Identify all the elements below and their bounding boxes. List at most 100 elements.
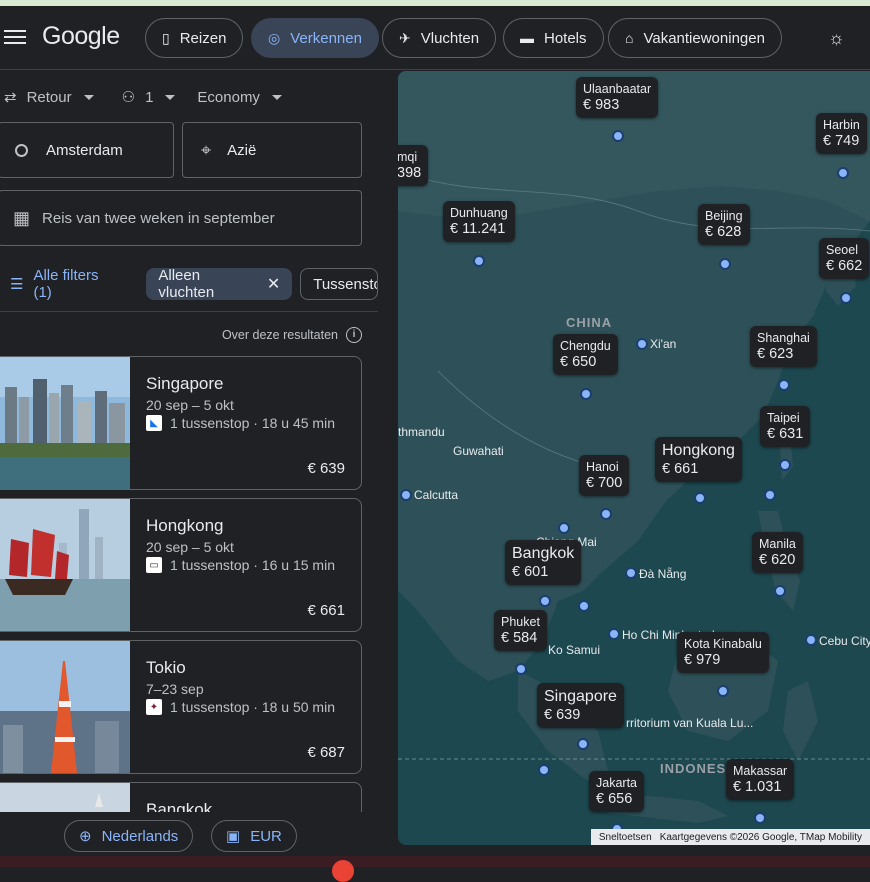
result-card-bangkok[interactable]: Bangkok [0, 782, 362, 812]
origin-field[interactable]: Amsterdam [0, 122, 174, 178]
passengers-select[interactable]: ⚇ 1 [122, 88, 176, 106]
map-pin[interactable] [764, 489, 776, 501]
bed-icon: ▬ [520, 30, 534, 46]
airline-logo-icon: ✦ [146, 699, 162, 715]
map[interactable]: CHINA INDONESIË Xi'an thmandu Guwahati C… [398, 71, 870, 845]
filter-bar: ☰ Alle filters (1) Alleen vluchten ✕ Tus… [0, 267, 378, 301]
map-pin[interactable] [578, 600, 590, 612]
tab-hotels[interactable]: ▬ Hotels [503, 18, 604, 58]
calendar-icon: ▦ [13, 207, 31, 228]
tab-vakantiewoningen[interactable]: ⌂ Vakantiewoningen [608, 18, 782, 58]
brightness-icon[interactable]: ☼ [828, 28, 845, 49]
map-pin[interactable] [612, 130, 624, 142]
map-pin[interactable] [778, 379, 790, 391]
map-pin[interactable] [840, 292, 852, 304]
price-label-bangkok[interactable]: Bangkok € 601 [505, 540, 582, 585]
app-header: Google ▯ Reizen ◎ Verkennen ✈ Vluchten ▬ Hot… [0, 6, 870, 70]
price-label-taipei[interactable]: Taipei € 631 [760, 406, 811, 447]
price-label-hanoi[interactable]: Hanoi € 700 [579, 455, 630, 496]
airline-logo-icon: ▭ [146, 557, 162, 573]
currency-button[interactable]: ▣ EUR [211, 820, 297, 852]
map-pin[interactable] [717, 685, 729, 697]
price-label-singapore[interactable]: Singapore € 639 [537, 683, 624, 728]
suitcase-icon: ▯ [162, 29, 170, 46]
place-label-da-nang[interactable]: Đà Nẵng [639, 567, 686, 581]
price-label-manila[interactable]: Manila € 620 [752, 532, 803, 573]
search-options-row: ⇄ Retour ⚇ 1 Economy [0, 85, 300, 109]
map-pin[interactable] [774, 585, 786, 597]
result-stops: ▭ 1 tussenstop · 16 u 15 min [146, 557, 335, 573]
date-field[interactable]: ▦ Reis van twee weken in september [0, 190, 362, 246]
result-card-singapore[interactable]: Singapore 20 sep – 5 okt ◣ 1 tussenstop … [0, 356, 362, 490]
price-label-beijing[interactable]: Beijing € 628 [698, 204, 750, 245]
map-pin[interactable] [719, 258, 731, 270]
currency-icon: ▣ [226, 828, 241, 845]
person-icon: ⚇ [121, 89, 136, 106]
place-label-xian[interactable]: Xi'an [650, 337, 676, 351]
map-pin[interactable] [577, 738, 589, 750]
map-pin[interactable] [515, 663, 527, 675]
price-label-chengdu[interactable]: Chengdu € 650 [553, 334, 618, 375]
menu-icon[interactable] [4, 26, 26, 48]
filter-chip-only-flights[interactable]: Alleen vluchten ✕ [146, 267, 293, 301]
map-pin[interactable] [754, 812, 766, 824]
price-label-urumqi[interactable]: mqi 398 [398, 145, 429, 186]
price-label-phuket[interactable]: Phuket € 584 [494, 610, 547, 651]
place-label-ko-samui[interactable]: Ko Samui [548, 643, 600, 657]
map-pin[interactable] [837, 167, 849, 179]
result-city: Hongkong [146, 516, 224, 535]
place-label-kathmandu[interactable]: thmandu [398, 425, 445, 439]
map-pin[interactable] [636, 338, 648, 350]
result-card-tokio[interactable]: Tokio 7–23 sep ✦ 1 tussenstop · 18 u 50 … [0, 640, 362, 774]
map-pin[interactable] [400, 489, 412, 501]
place-label-cebu-city[interactable]: Cebu City [819, 634, 870, 648]
map-pin[interactable] [625, 567, 637, 579]
map-pin[interactable] [538, 764, 550, 776]
record-icon [332, 860, 354, 882]
price-label-seoel[interactable]: Seoel € 662 [819, 238, 870, 279]
cabin-select[interactable]: Economy [197, 89, 282, 106]
result-card-hongkong[interactable]: Hongkong 20 sep – 5 okt ▭ 1 tussenstop ·… [0, 498, 362, 632]
price-label-ulaanbaatar[interactable]: Ulaanbaatar € 983 [576, 77, 659, 118]
price-label-dunhuang[interactable]: Dunhuang € 11.241 [443, 201, 515, 242]
map-pin[interactable] [608, 628, 620, 640]
price-label-harbin[interactable]: Harbin € 749 [816, 113, 867, 154]
tab-vluchten[interactable]: ✈ Vluchten [382, 18, 497, 58]
close-icon[interactable]: ✕ [267, 274, 280, 294]
place-label-kuala-lumpur[interactable]: rritorium van Kuala Lu... [626, 716, 753, 730]
map-pin[interactable] [580, 388, 592, 400]
map-pin[interactable] [473, 255, 485, 267]
filter-chip-stops[interactable]: Tussenstops [300, 268, 378, 300]
bangkok-photo [0, 783, 130, 812]
place-label-calcutta[interactable]: Calcutta [414, 488, 458, 502]
chevron-down-icon [83, 94, 94, 100]
all-filters-button[interactable]: ☰ Alle filters (1) [10, 267, 116, 301]
about-results-link[interactable]: Over deze resultaten i [222, 327, 362, 343]
globe-icon: ⊕ [79, 828, 92, 845]
google-logo[interactable]: Google [42, 22, 120, 51]
price-label-shanghai[interactable]: Shanghai € 623 [750, 326, 817, 367]
trip-type-select[interactable]: ⇄ Retour [4, 88, 94, 106]
map-pin[interactable] [558, 522, 570, 534]
price-label-hongkong[interactable]: Hongkong € 661 [655, 437, 742, 482]
keyboard-shortcuts-link[interactable]: Sneltoetsen [595, 832, 656, 843]
map-pin[interactable] [779, 459, 791, 471]
result-city: Bangkok [146, 800, 213, 812]
price-label-kota-kinabalu[interactable]: Kota Kinabalu € 979 [677, 632, 769, 673]
map-pin[interactable] [694, 492, 706, 504]
language-button[interactable]: ⊕ Nederlands [64, 820, 194, 852]
map-data-credit[interactable]: Kaartgegevens ©2026 Google, TMap Mobilit… [656, 832, 866, 843]
map-pin[interactable] [600, 508, 612, 520]
map-pin[interactable] [805, 634, 817, 646]
place-label-guwahati[interactable]: Guwahati [453, 444, 504, 458]
price-label-jakarta[interactable]: Jakarta € 656 [589, 771, 644, 812]
tune-icon: ☰ [10, 276, 24, 293]
tab-verkennen[interactable]: ◎ Verkennen [251, 18, 379, 58]
price-label-makassar[interactable]: Makassar € 1.031 [726, 759, 795, 800]
destination-field[interactable]: ⌖ Azië [182, 122, 362, 178]
result-price: € 661 [307, 602, 345, 619]
info-icon[interactable]: i [346, 327, 362, 343]
tab-reizen[interactable]: ▯ Reizen [145, 18, 244, 58]
map-pin[interactable] [539, 595, 551, 607]
tokio-photo [0, 641, 130, 773]
